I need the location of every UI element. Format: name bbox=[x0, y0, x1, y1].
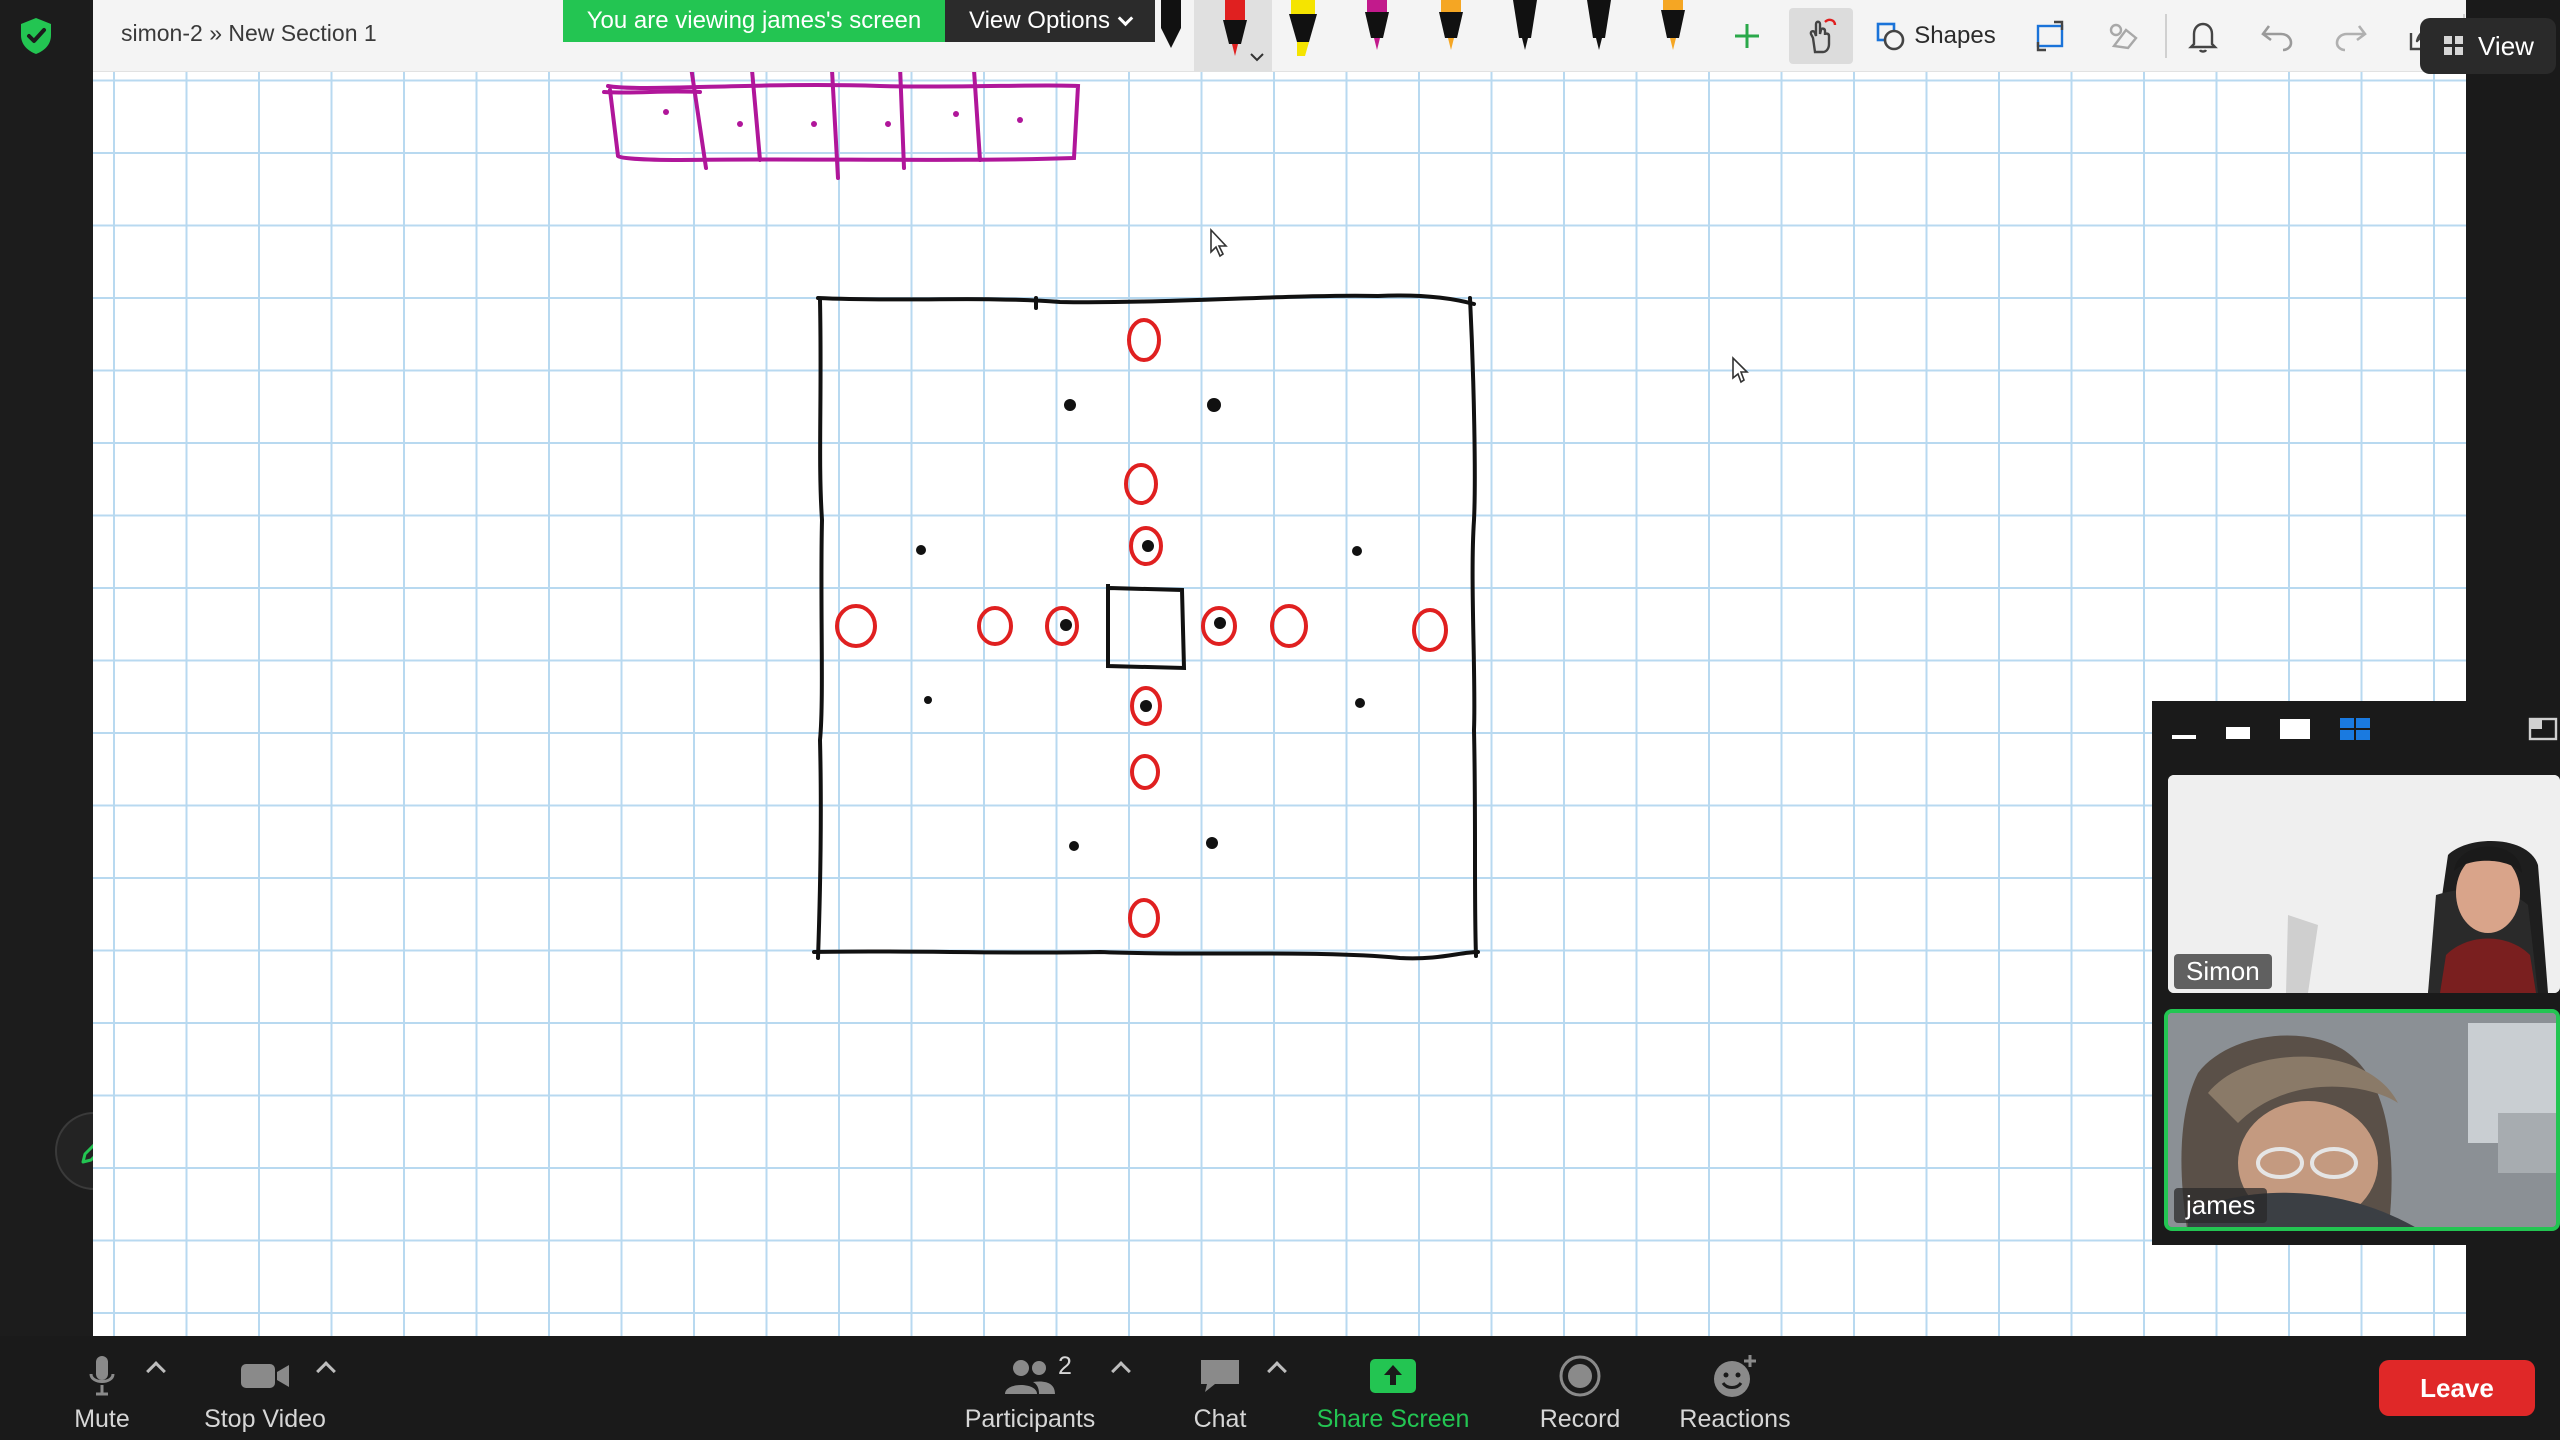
zoom-meeting-window: simon-2 » New Section 1 You are viewing … bbox=[0, 0, 2560, 1440]
meeting-controls-bar: Mute Stop Video Participants 2 Chat Shar… bbox=[0, 1336, 2560, 1440]
share-screen-icon bbox=[1370, 1359, 1416, 1393]
view-options-button[interactable]: View Options bbox=[945, 0, 1155, 42]
chat-button[interactable]: Chat bbox=[1180, 1346, 1260, 1436]
participant-video-tile[interactable]: Simon bbox=[2168, 775, 2560, 993]
share-screen-button[interactable]: Share Screen bbox=[1310, 1346, 1476, 1436]
shapes-button[interactable]: Shapes bbox=[1869, 8, 2001, 64]
orange-pen-icon[interactable] bbox=[1431, 0, 1471, 62]
chat-bubble-icon bbox=[1201, 1360, 1239, 1392]
red-rings bbox=[835, 318, 1448, 938]
viewing-screen-banner: You are viewing james's screen bbox=[563, 0, 945, 42]
chevron-down-icon[interactable] bbox=[1249, 52, 1265, 64]
active-speaker-video-tile[interactable]: james bbox=[2164, 1009, 2560, 1231]
view-label: View bbox=[2478, 30, 2534, 61]
document-title: simon-2 » New Section 1 bbox=[121, 20, 377, 46]
black-pen-icon[interactable] bbox=[1579, 0, 1619, 62]
speaker-strip-icon[interactable] bbox=[2224, 715, 2252, 743]
reactions-button[interactable]: Reactions bbox=[1665, 1346, 1805, 1436]
chevron-down-icon bbox=[1117, 10, 1134, 26]
magenta-sketch bbox=[602, 58, 1081, 180]
mute-label: Mute bbox=[74, 1405, 130, 1433]
speaker-view-icon[interactable] bbox=[2278, 715, 2312, 743]
microphone-icon bbox=[89, 1356, 115, 1396]
gallery-grid-icon bbox=[2444, 36, 2464, 55]
shapes-icon bbox=[1876, 22, 1905, 51]
center-square bbox=[1106, 584, 1187, 671]
reactions-label: Reactions bbox=[1679, 1405, 1791, 1433]
chevron-up-icon[interactable] bbox=[1111, 1361, 1131, 1381]
hand-pointer-icon[interactable] bbox=[1789, 8, 1853, 64]
share-screen-label: Share Screen bbox=[1316, 1405, 1470, 1433]
record-label: Record bbox=[1539, 1405, 1621, 1433]
view-options-label: View Options bbox=[969, 7, 1110, 34]
video-layout-controls bbox=[2152, 701, 2560, 757]
shapes-label: Shapes bbox=[1914, 22, 1996, 49]
stop-video-label: Stop Video bbox=[204, 1405, 326, 1433]
black-pen-icon[interactable] bbox=[1505, 0, 1545, 62]
yellow-highlighter-icon[interactable] bbox=[1283, 0, 1323, 62]
board-square bbox=[812, 293, 1480, 961]
cursor-arrow-icon bbox=[1732, 356, 1749, 384]
participants-icon bbox=[1005, 1360, 1055, 1394]
black-pen-icon[interactable] bbox=[1151, 0, 1191, 62]
magenta-dots bbox=[663, 109, 1023, 127]
cursor-arrow-icon bbox=[1210, 227, 1228, 258]
bell-icon[interactable] bbox=[2175, 8, 2231, 64]
whiteboard-toolbar: simon-2 » New Section 1 You are viewing … bbox=[93, 0, 2500, 72]
participant-name-label: Simon bbox=[2174, 954, 2272, 989]
minimize-icon[interactable] bbox=[2170, 715, 2198, 743]
participants-count-badge: 2 bbox=[1058, 1352, 1072, 1380]
mute-button[interactable]: Mute bbox=[52, 1346, 152, 1436]
select-icon[interactable] bbox=[2023, 8, 2079, 64]
chat-label: Chat bbox=[1193, 1405, 1247, 1433]
redo-icon[interactable] bbox=[2323, 8, 2379, 64]
stop-video-button[interactable]: Stop Video bbox=[190, 1346, 340, 1436]
view-button[interactable]: View bbox=[2420, 18, 2556, 74]
participants-button[interactable]: Participants bbox=[950, 1346, 1110, 1436]
participants-label: Participants bbox=[964, 1405, 1096, 1433]
participant-name-label: james bbox=[2174, 1188, 2268, 1223]
orange-pen-icon[interactable] bbox=[1653, 0, 1693, 62]
toolbar-separator bbox=[2165, 14, 2167, 58]
gallery-view-icon[interactable] bbox=[2338, 715, 2372, 743]
add-icon[interactable] bbox=[1719, 8, 1775, 64]
record-button[interactable]: Record bbox=[1530, 1346, 1630, 1436]
chevron-up-icon[interactable] bbox=[1267, 1361, 1287, 1381]
record-icon bbox=[1559, 1355, 1601, 1397]
leave-button[interactable]: Leave bbox=[2379, 1360, 2535, 1416]
expand-icon[interactable] bbox=[2528, 715, 2558, 743]
video-camera-icon bbox=[241, 1364, 289, 1388]
video-thumbnail-panel: Simon james bbox=[2152, 701, 2560, 1245]
undo-icon[interactable] bbox=[2249, 8, 2305, 64]
magenta-pen-icon[interactable] bbox=[1357, 0, 1397, 62]
eraser-icon[interactable] bbox=[2097, 8, 2153, 64]
reactions-icon bbox=[1714, 1355, 1756, 1397]
